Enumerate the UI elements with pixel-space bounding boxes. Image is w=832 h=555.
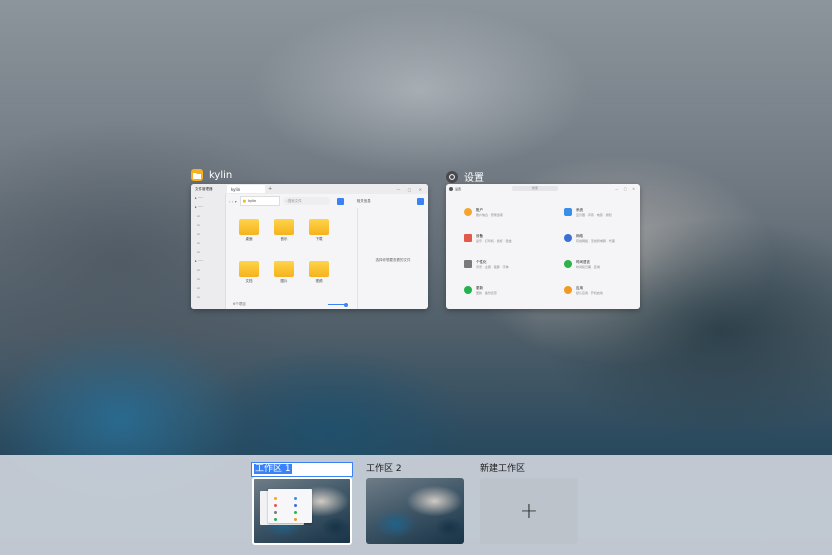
settings-item-subtitle: 时间和日期 · 区域 bbox=[576, 265, 600, 269]
fm-tab-bar: kylin + — ▢ ✕ bbox=[225, 184, 428, 194]
fm-tab[interactable]: kylin bbox=[227, 185, 265, 193]
fm-sidebar-item: ▫ bbox=[195, 295, 200, 299]
menu-icon[interactable] bbox=[417, 197, 424, 205]
window-controls-icon[interactable]: — ▢ ✕ bbox=[615, 187, 640, 191]
window-title: kylin bbox=[209, 169, 233, 181]
fm-status-text: 6个项目 bbox=[233, 301, 246, 306]
settings-window-preview[interactable]: 设置 — ▢ ✕ 搜索 账户 账户信息 · 登录选项 系统 显示器 · 声音 ·… bbox=[446, 184, 640, 309]
settings-small-icon bbox=[449, 186, 453, 191]
window-label-file-manager[interactable]: kylin bbox=[191, 169, 232, 181]
update-icon bbox=[464, 286, 472, 294]
settings-item-update[interactable]: 更新 更新 · 备份还原 bbox=[464, 286, 497, 295]
fm-search-placeholder: 搜索文件 bbox=[287, 198, 302, 203]
settings-window-title: 设置 bbox=[455, 186, 462, 191]
fm-sidebar-item: ▫ bbox=[195, 277, 200, 281]
settings-item-subtitle: 更新 · 备份还原 bbox=[476, 291, 497, 295]
settings-item-network[interactable]: 网络 有线网络 · 无线局域网 · 代理 bbox=[564, 234, 615, 243]
fm-sidebar-item: ▸ ····· bbox=[195, 196, 204, 200]
fm-sidebar-item: ▫ bbox=[195, 286, 200, 290]
fm-detail-header: 相关信息 bbox=[356, 198, 371, 203]
new-workspace-button[interactable]: + bbox=[480, 478, 578, 544]
fm-sidebar-item: ▫ bbox=[195, 241, 200, 245]
folder-label: 视频 bbox=[315, 279, 323, 283]
devices-icon bbox=[464, 234, 472, 242]
fm-sidebar: 文件管理器 ▸ ····· ▸ ····· ▫ ▫ ▫ ▫ ▫ ▸ ····· … bbox=[191, 184, 226, 309]
fm-toolbar: ‹ › ▾ ■ kylin ⌕ 搜索文件 相关信息 bbox=[225, 195, 428, 207]
folder-label: 图片 bbox=[280, 279, 288, 283]
fm-detail-pane: 选择你想要查看的文件 bbox=[357, 208, 428, 309]
fm-path-bar[interactable]: ■ kylin bbox=[239, 196, 280, 206]
fm-sidebar-item: ▫ bbox=[195, 232, 200, 236]
workspace-1-thumbnail[interactable] bbox=[252, 477, 352, 545]
settings-app-icon bbox=[446, 170, 458, 183]
chat-bubble-icon bbox=[564, 260, 572, 268]
add-tab-icon[interactable]: + bbox=[268, 186, 272, 192]
file-manager-window-preview[interactable]: 文件管理器 ▸ ····· ▸ ····· ▫ ▫ ▫ ▫ ▫ ▸ ····· … bbox=[191, 184, 428, 309]
workspace-2-label[interactable]: 工作区 2 bbox=[366, 463, 402, 476]
new-workspace-label: 新建工作区 bbox=[480, 464, 526, 474]
folder-label: 下载 bbox=[315, 237, 323, 241]
workspace-2-thumbnail[interactable] bbox=[366, 478, 464, 544]
mini-settings-window bbox=[268, 489, 312, 523]
folder-icon: ■ bbox=[242, 199, 247, 203]
file-manager-app-icon bbox=[191, 169, 203, 181]
settings-item-apps[interactable]: 应用 默认应用 · 开机启动 bbox=[564, 286, 603, 295]
settings-item-subtitle: 显示器 · 声音 · 电源 · 通知 bbox=[576, 213, 612, 217]
fm-search-input[interactable]: ⌕ 搜索文件 bbox=[282, 197, 330, 205]
fm-detail-text: 选择你想要查看的文件 bbox=[375, 258, 411, 262]
settings-item-system[interactable]: 系统 显示器 · 声音 · 电源 · 通知 bbox=[564, 208, 612, 217]
settings-item-account[interactable]: 账户 账户信息 · 登录选项 bbox=[464, 208, 503, 217]
plus-icon: + bbox=[519, 498, 539, 524]
view-mode-icon[interactable] bbox=[336, 197, 344, 205]
window-label-settings[interactable]: 设置 bbox=[446, 169, 484, 184]
fm-sidebar-item: ▫ bbox=[195, 268, 200, 272]
settings-search-placeholder: 搜索 bbox=[531, 186, 538, 190]
system-icon bbox=[564, 208, 572, 216]
folder-icon[interactable] bbox=[309, 219, 329, 235]
account-icon bbox=[464, 208, 472, 216]
settings-item-subtitle: 蓝牙 · 打印机 · 鼠标 · 键盘 bbox=[476, 239, 512, 243]
fm-sidebar-item: ▫ bbox=[195, 214, 200, 218]
settings-search-input[interactable]: 搜索 bbox=[512, 186, 558, 191]
folder-icon[interactable] bbox=[274, 261, 294, 277]
settings-item-devices[interactable]: 设备 蓝牙 · 打印机 · 鼠标 · 键盘 bbox=[464, 234, 512, 243]
settings-item-subtitle: 默认应用 · 开机启动 bbox=[576, 291, 603, 295]
window-controls-icon[interactable]: — ▢ ✕ bbox=[396, 187, 428, 192]
folder-label: 文档 bbox=[245, 279, 253, 283]
personalize-icon bbox=[464, 260, 472, 268]
fm-sidebar-item: ▸ ····· bbox=[195, 259, 204, 263]
settings-item-personalize[interactable]: 个性化 背景 · 主题 · 锁屏 · 字体 bbox=[464, 260, 509, 269]
window-title: 设置 bbox=[464, 173, 484, 184]
workspace-2-wallpaper bbox=[366, 478, 464, 544]
fm-sidebar-item: ▸ ····· bbox=[195, 205, 204, 209]
zoom-slider-handle[interactable] bbox=[344, 303, 348, 307]
folder-icon[interactable] bbox=[239, 261, 259, 277]
fm-sidebar-item: ▫ bbox=[195, 250, 200, 254]
workspace-1-name-input[interactable]: 工作区 1 bbox=[251, 462, 353, 477]
settings-item-subtitle: 有线网络 · 无线局域网 · 代理 bbox=[576, 239, 615, 243]
settings-item-subtitle: 背景 · 主题 · 锁屏 · 字体 bbox=[476, 265, 509, 269]
settings-item-time-language[interactable]: 时间语言 时间和日期 · 区域 bbox=[564, 260, 600, 269]
folder-icon[interactable] bbox=[274, 219, 294, 235]
folder-icon[interactable] bbox=[309, 261, 329, 277]
network-icon bbox=[564, 234, 572, 242]
apps-icon bbox=[564, 286, 572, 294]
settings-item-subtitle: 账户信息 · 登录选项 bbox=[476, 213, 503, 217]
fm-sidebar-item: ▫ bbox=[195, 223, 200, 227]
workspace-1-label: 工作区 1 bbox=[254, 464, 292, 474]
folder-label: 音乐 bbox=[280, 237, 288, 241]
folder-icon[interactable] bbox=[239, 219, 259, 235]
fm-sidebar-title: 文件管理器 bbox=[195, 187, 213, 191]
folder-label: 桌面 bbox=[245, 237, 253, 241]
fm-path-text: kylin bbox=[248, 199, 257, 203]
back-icon[interactable]: ‹ › ▾ bbox=[229, 199, 237, 204]
